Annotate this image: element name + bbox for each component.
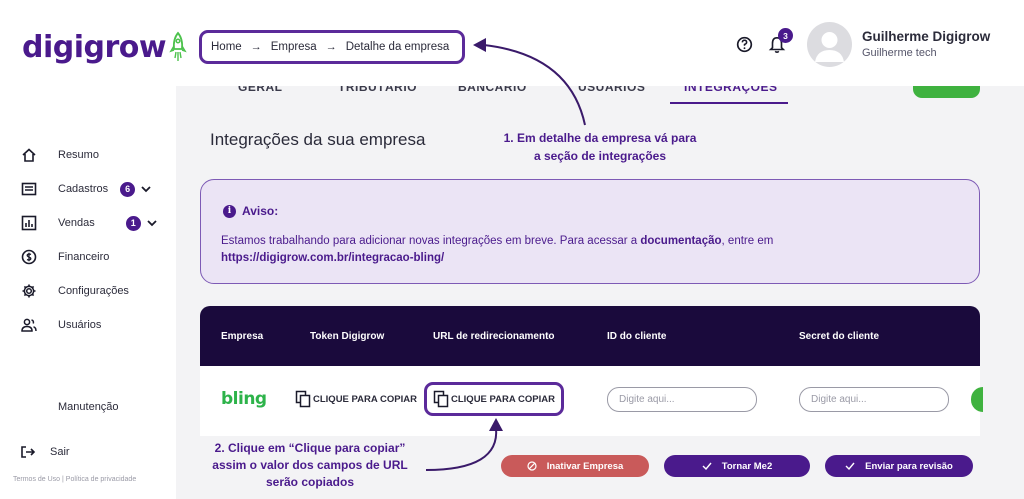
sidebar-item-label: Cadastros [58,183,109,195]
sidebar-item-label: Financeiro [58,251,110,263]
warning-heading: i Aviso: [223,204,278,218]
chevron-down-icon[interactable] [147,219,157,227]
annotation-line: 2. Clique em “Clique para copiar” [214,441,406,455]
annotation-line: 1. Em detalhe da empresa vá para [503,131,697,145]
dollar-icon [20,248,38,266]
sidebar: digigrow Resumo Cadastros 6 Vendas 1 Fin… [0,0,187,499]
sidebar-item-label: Configurações [58,285,129,297]
breadcrumb-detalhe: Detalhe da empresa [345,41,450,53]
logout-button[interactable]: Sair [20,443,70,461]
info-icon: i [223,204,236,218]
column-header-token: Token Digigrow [310,331,385,342]
logout-label: Sair [50,446,70,458]
sidebar-item-usuarios[interactable]: Usuários [20,308,170,342]
breadcrumb: Home → Empresa → Detalhe da empresa [199,30,465,64]
home-icon [20,146,38,164]
copy-icon [433,390,449,408]
annotation-step-1: 1. Em detalhe da empresa vá para a seção… [470,129,730,165]
digigrow-logo[interactable]: digigrow [22,30,187,65]
sidebar-item-label: Vendas [58,217,95,229]
gear-icon [20,282,38,300]
sidebar-item-label: Resumo [58,149,99,161]
notification-badge: 3 [778,28,793,43]
page-title: Integrações da sua empresa [210,130,426,149]
sidebar-item-resumo[interactable]: Resumo [20,138,170,172]
warning-box: i Aviso: Estamos trabalhando para adicio… [200,179,980,284]
rocket-icon [169,31,187,61]
column-header-client-id: ID do cliente [607,331,667,342]
sidebar-item-configuracoes[interactable]: Configurações [20,274,170,308]
sidebar-item-label: Usuários [58,319,102,331]
breadcrumb-separator: → [325,41,337,53]
documentation-link[interactable]: documentação [640,235,721,247]
chart-icon [20,214,38,232]
deactivate-company-button[interactable]: Inativar Empresa [501,455,649,477]
active-tab-indicator [670,102,788,104]
column-header-url: URL de redirecionamento [433,331,555,342]
warning-text: Estamos trabalhando para adicionar novas… [221,233,961,267]
copy-token-label: CLIQUE PARA COPIAR [313,393,417,405]
bling-logo: bling [221,389,267,409]
breadcrumb-home[interactable]: Home [211,41,242,53]
footer-links[interactable]: Termos de Uso | Política de privacidade [13,476,136,483]
make-me2-label: Tornar Me2 [721,460,773,472]
send-review-label: Enviar para revisão [865,460,953,472]
sidebar-nav: Resumo Cadastros 6 Vendas 1 Financeiro C… [20,138,170,342]
sidebar-item-vendas[interactable]: Vendas 1 [20,206,170,240]
client-secret-input[interactable] [799,387,949,412]
deactivate-label: Inativar Empresa [546,460,624,472]
check-icon [702,462,712,470]
annotation-line: serão copiados [265,475,355,489]
warning-title: Aviso: [242,204,279,218]
send-review-button[interactable]: Enviar para revisão [825,455,973,477]
column-header-empresa: Empresa [221,331,264,342]
annotation-line: assim o valor dos campos de URL [212,458,408,472]
confirm-button[interactable] [971,387,983,412]
vendas-badge: 1 [125,215,141,231]
logout-icon [20,443,38,461]
annotation-step-2: 2. Clique em “Clique para copiar” assim … [192,440,428,491]
list-icon [20,180,38,198]
maintenance-link[interactable]: Manutenção [58,401,119,413]
sidebar-item-financeiro[interactable]: Financeiro [20,240,170,274]
annotation-line: a seção de integrações [533,149,667,163]
integration-url-link[interactable]: https://digigrow.com.br/integracao-bling… [221,252,444,264]
user-avatar-icon [815,32,844,62]
cadastros-badge: 6 [120,181,136,197]
help-icon[interactable] [736,36,753,53]
block-icon [527,461,537,471]
warning-text-part: Estamos trabalhando para adicionar novas… [221,235,641,247]
logo-text: digigrow [22,30,167,65]
user-company: Guilherme tech [862,47,937,59]
breadcrumb-empresa[interactable]: Empresa [271,41,317,53]
integrations-table-header: Empresa Token Digigrow URL de redirecion… [200,306,980,366]
copy-url-button[interactable]: CLIQUE PARA COPIAR [424,382,564,416]
copy-icon [295,390,311,408]
chevron-down-icon[interactable] [141,185,151,193]
check-icon [845,462,855,470]
make-me2-button[interactable]: Tornar Me2 [664,455,810,477]
client-id-input[interactable] [607,387,757,412]
breadcrumb-separator: → [250,41,262,53]
users-icon [20,316,38,334]
user-name: Guilherme Digigrow [862,29,991,44]
avatar[interactable] [807,22,852,67]
column-header-client-secret: Secret do cliente [799,331,880,342]
copy-url-label: CLIQUE PARA COPIAR [451,393,555,405]
warning-text-part: , entre em [721,235,774,247]
copy-token-button[interactable]: CLIQUE PARA COPIAR [295,385,417,413]
table-row: bling CLIQUE PARA COPIAR CLIQUE PARA COP… [200,366,983,436]
sidebar-item-cadastros[interactable]: Cadastros 6 [20,172,170,206]
